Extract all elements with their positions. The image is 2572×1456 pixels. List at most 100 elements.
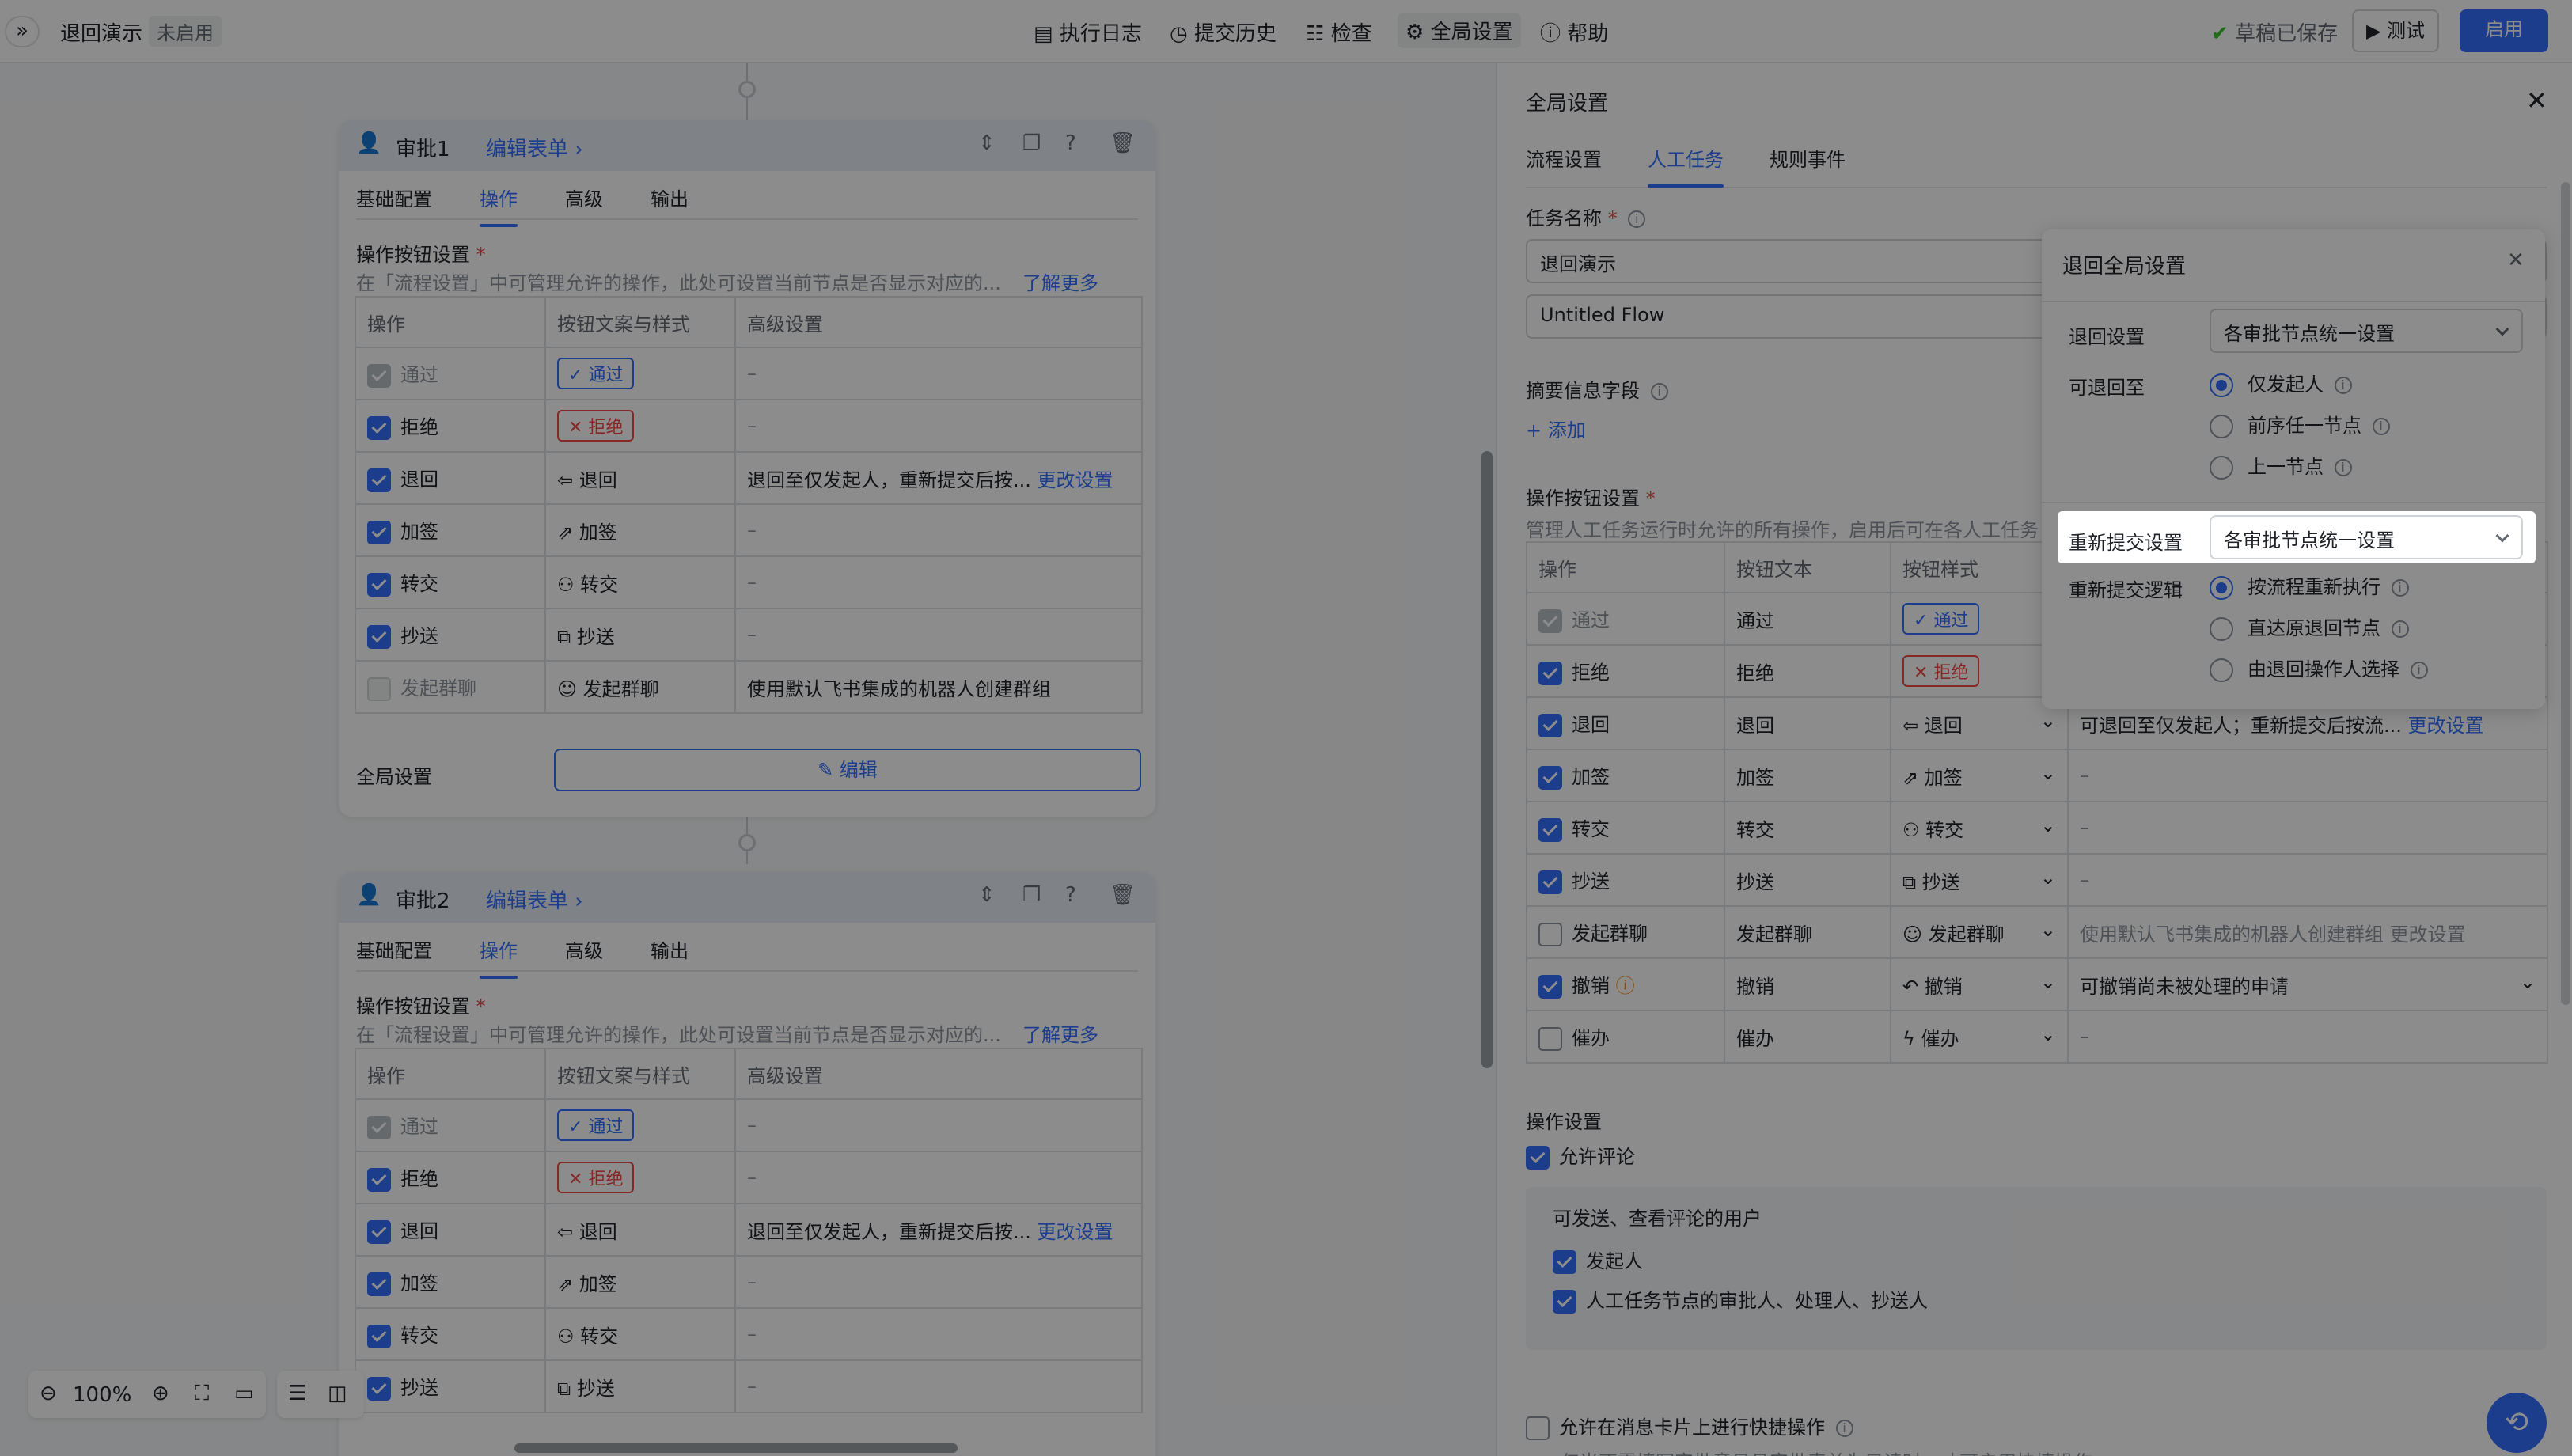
tab-output[interactable]: 输出 [651, 184, 689, 211]
checkbox[interactable] [367, 1272, 391, 1296]
approval-node-card[interactable]: 👤 审批2 编辑表单 › ⇕ ❐ ? 🗑 基础配置 操作 高级 输出 操作按钮设… [339, 872, 1155, 1456]
tab-basic[interactable]: 基础配置 [356, 935, 432, 963]
style-select[interactable]: ☺ 发起群聊 ⌄ [1890, 905, 2069, 959]
return-option-initiator[interactable]: 仅发起人 i [2210, 369, 2352, 397]
tab-output[interactable]: 输出 [651, 935, 689, 963]
help-icon[interactable]: ? [1065, 131, 1076, 155]
checkbox[interactable] [1526, 1416, 1550, 1440]
tab-advanced[interactable]: 高级 [565, 935, 603, 963]
approval-node-card[interactable]: 👤 审批1 编辑表单 › ⇕ ❐ ? 🗑 基础配置 操作 高级 输出 操作按钮设… [339, 120, 1155, 817]
delete-icon[interactable]: 🗑 [1110, 131, 1136, 155]
panel-toggle-icon[interactable]: ◫ [328, 1382, 347, 1405]
fit-view-icon[interactable]: ⛶ [195, 1382, 209, 1406]
allow-comment[interactable]: 允许评论 [1526, 1141, 1635, 1170]
radio[interactable] [2210, 658, 2233, 682]
revoke-select[interactable]: 可撤销尚未被处理的申请 ⌄ [2067, 957, 2548, 1011]
logic-option-rerun[interactable]: 按流程重新执行 i [2210, 571, 2409, 600]
tab-manual-task[interactable]: 人工任务 [1648, 144, 1724, 188]
learn-more-link[interactable]: 了解更多 [1022, 267, 1098, 295]
checkbox[interactable] [1538, 975, 1562, 999]
checkbox[interactable] [367, 1168, 391, 1192]
tab-operation[interactable]: 操作 [480, 935, 518, 979]
nav-help[interactable]: ⓘ 帮助 [1540, 17, 1608, 47]
style-select[interactable]: ⇗ 加签 ⌄ [1890, 749, 2069, 802]
logic-option-operator[interactable]: 由退回操作人选择 i [2210, 654, 2428, 682]
vertical-scrollbar[interactable] [1481, 451, 1493, 1068]
test-button[interactable]: ▶ 测试 [2352, 9, 2439, 52]
style-select[interactable]: ⇦ 退回 ⌄ [1890, 696, 2069, 750]
change-setting-link[interactable]: 更改设置 [1038, 469, 1113, 491]
return-option-any-prev[interactable]: 前序任一节点 i [2210, 410, 2390, 438]
checkbox[interactable] [1538, 870, 1562, 894]
collapse-icon[interactable]: ⇕ [978, 131, 996, 155]
copy-icon[interactable]: ❐ [1022, 131, 1041, 155]
radio[interactable] [2210, 617, 2233, 641]
checkbox[interactable] [1538, 1027, 1562, 1051]
checkbox[interactable] [367, 521, 391, 544]
add-node-dot[interactable] [738, 834, 756, 851]
flow-canvas[interactable]: 👤 审批1 编辑表单 › ⇕ ❐ ? 🗑 基础配置 操作 高级 输出 操作按钮设… [0, 63, 1496, 1456]
nav-execution-log[interactable]: ▤ 执行日志 [1034, 17, 1142, 47]
checkbox[interactable] [1538, 923, 1562, 946]
collapse-icon[interactable]: ⇕ [978, 883, 996, 907]
add-summary-button[interactable]: + 添加 [1526, 415, 1586, 442]
checkbox[interactable] [1538, 766, 1562, 790]
checkbox[interactable] [1538, 714, 1562, 737]
edit-form-link[interactable]: 编辑表单 › [486, 885, 583, 914]
user-approvers[interactable]: 人工任务节点的审批人、处理人、抄送人 [1553, 1285, 1928, 1314]
checkbox[interactable] [1538, 662, 1562, 685]
change-setting-link[interactable]: 更改设置 [2408, 715, 2484, 737]
horizontal-scrollbar[interactable] [514, 1443, 958, 1453]
tab-operation[interactable]: 操作 [480, 184, 518, 227]
radio[interactable] [2210, 576, 2233, 600]
enable-button[interactable]: 启用 [2460, 9, 2548, 52]
help-icon[interactable]: ? [1065, 883, 1076, 907]
radio[interactable] [2210, 415, 2233, 438]
checkbox[interactable] [1526, 1146, 1550, 1170]
minimap-icon[interactable]: ▭ [234, 1382, 254, 1405]
tab-rule-events[interactable]: 规则事件 [1770, 144, 1846, 172]
nav-check[interactable]: ☷ 检查 [1306, 17, 1372, 47]
quick-op-option[interactable]: 允许在消息卡片上进行快捷操作 i [1526, 1412, 1853, 1440]
checkbox[interactable] [367, 416, 391, 440]
zoom-in-icon[interactable]: ⊕ [152, 1382, 169, 1405]
checkbox[interactable] [367, 625, 391, 649]
nav-submit-history[interactable]: ◷ 提交历史 [1170, 17, 1277, 47]
tab-flow-settings[interactable]: 流程设置 [1526, 144, 1602, 172]
radio[interactable] [2210, 456, 2233, 480]
logic-option-direct[interactable]: 直达原退回节点 i [2210, 612, 2409, 641]
edit-form-link[interactable]: 编辑表单 › [486, 133, 583, 162]
customer-service-button[interactable]: ⟲ [2487, 1393, 2547, 1453]
resubmit-select[interactable]: 各审批节点统一设置 [2210, 515, 2523, 559]
checkbox[interactable] [367, 1220, 391, 1244]
edit-global-button[interactable]: ✎ 编辑 [554, 749, 1141, 791]
tab-advanced[interactable]: 高级 [565, 184, 603, 211]
checkbox[interactable] [1553, 1290, 1576, 1314]
copy-icon[interactable]: ❐ [1022, 883, 1041, 907]
zoom-out-icon[interactable]: ⊖ [40, 1382, 57, 1405]
delete-icon[interactable]: 🗑 [1110, 883, 1136, 907]
learn-more-link[interactable]: 了解更多 [1022, 1019, 1098, 1047]
close-icon[interactable]: ✕ [2526, 85, 2547, 116]
expand-sidebar-icon[interactable]: » [5, 16, 40, 47]
close-icon[interactable]: ✕ [2507, 248, 2525, 272]
return-setting-select[interactable]: 各审批节点统一设置 [2210, 309, 2523, 353]
style-select[interactable]: ⧉ 抄送 ⌄ [1890, 853, 2069, 907]
change-setting-link[interactable]: 更改设置 [1038, 1221, 1113, 1243]
style-select[interactable]: ⚇ 转交 ⌄ [1890, 801, 2069, 855]
user-initiator[interactable]: 发起人 [1553, 1246, 1643, 1274]
checkbox[interactable] [367, 1325, 391, 1348]
checkbox[interactable] [367, 468, 391, 492]
checkbox[interactable] [1538, 818, 1562, 842]
checkbox[interactable] [1553, 1250, 1576, 1274]
add-node-dot[interactable] [738, 81, 756, 98]
tab-basic[interactable]: 基础配置 [356, 184, 432, 211]
style-select[interactable]: ϟ 催办 ⌄ [1890, 1010, 2069, 1064]
auto-layout-icon[interactable]: ☰ [288, 1382, 306, 1405]
nav-global-settings[interactable]: ⚙ 全局设置 [1398, 13, 1521, 48]
return-option-prev[interactable]: 上一节点 i [2210, 451, 2352, 480]
checkbox[interactable] [367, 1377, 391, 1401]
checkbox[interactable] [367, 573, 391, 597]
vertical-scrollbar[interactable] [2561, 182, 2570, 1005]
radio[interactable] [2210, 373, 2233, 397]
